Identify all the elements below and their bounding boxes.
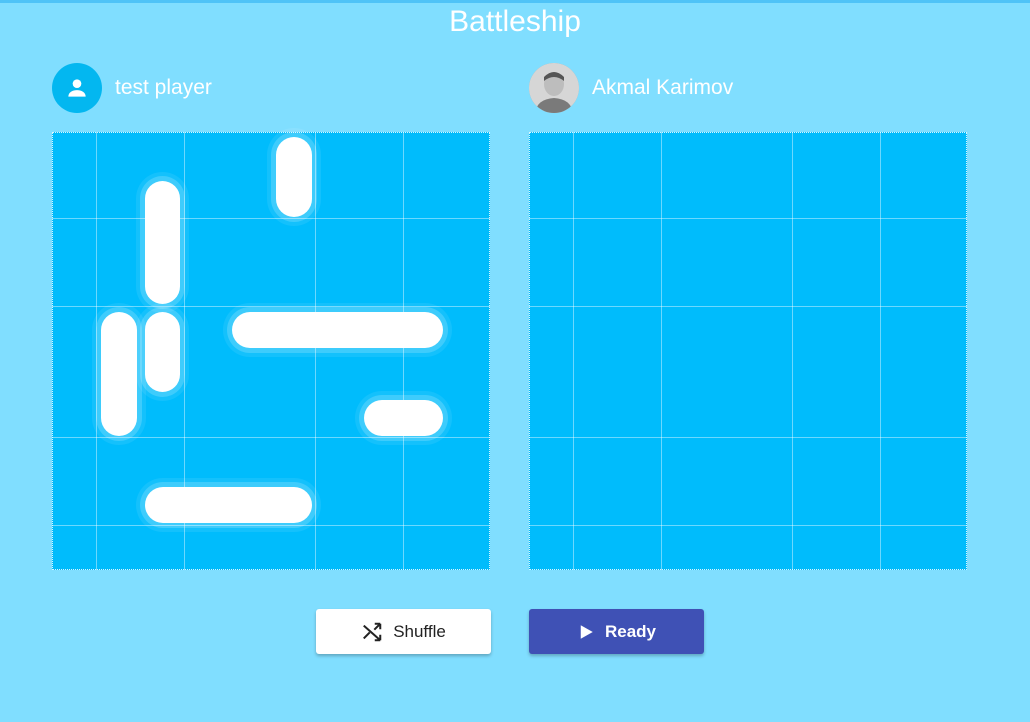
shuffle-button[interactable]: Shuffle xyxy=(316,609,491,654)
player-header-self: test player xyxy=(52,63,212,113)
player-board[interactable] xyxy=(52,132,490,570)
player-name: test player xyxy=(115,76,212,99)
page-title: Battleship xyxy=(449,5,581,38)
ship[interactable] xyxy=(232,312,444,348)
avatar xyxy=(529,63,579,113)
top-accent-line xyxy=(0,0,1030,3)
ship[interactable] xyxy=(276,137,312,217)
ready-button[interactable]: Ready xyxy=(529,609,704,654)
ship[interactable] xyxy=(144,487,312,524)
shuffle-icon xyxy=(363,622,382,641)
opponent-board[interactable] xyxy=(529,132,967,570)
player-name: Akmal Karimov xyxy=(592,76,734,99)
person-icon xyxy=(68,79,86,97)
ready-label: Ready xyxy=(604,621,657,641)
avatar xyxy=(52,63,102,113)
shuffle-label: Shuffle xyxy=(393,621,446,641)
player-header-opponent: Akmal Karimov xyxy=(529,63,733,113)
ship[interactable] xyxy=(100,312,137,436)
user-photo xyxy=(529,63,579,113)
ship[interactable] xyxy=(363,399,444,436)
play-icon xyxy=(580,624,593,639)
ship[interactable] xyxy=(144,180,181,305)
ship[interactable] xyxy=(144,312,181,392)
